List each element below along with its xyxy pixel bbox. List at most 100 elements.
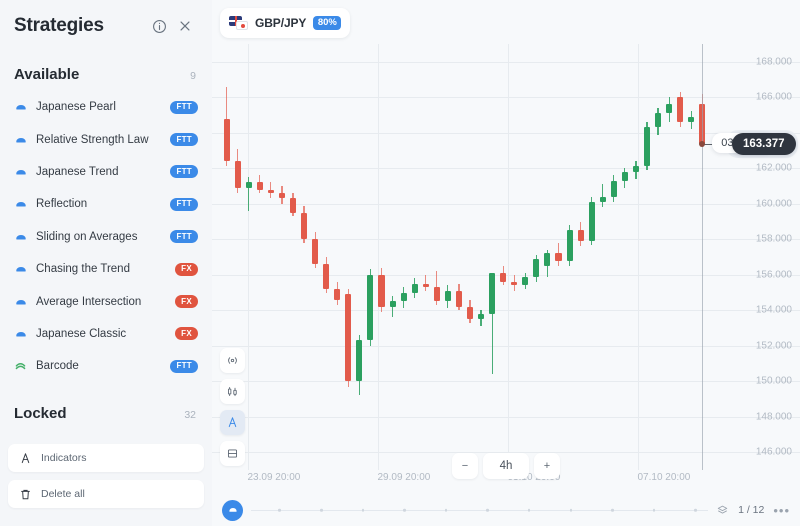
chart-panel: GBP/JPY 80% 03:36:19163.377 168.000166.0… — [212, 0, 800, 526]
sidebar-header: Strategies — [0, 0, 212, 52]
timeframe-minus-button[interactable]: − — [452, 453, 478, 479]
strategy-name: Barcode — [36, 360, 79, 373]
more-dots-icon[interactable]: ••• — [773, 503, 790, 518]
trash-icon — [19, 488, 32, 501]
candle-body — [334, 288, 341, 300]
strategy-list: Japanese Pearl FTT Relative Strength Law FT… — [0, 91, 212, 387]
wave-icon — [14, 327, 36, 341]
timeframe-value[interactable]: 4h — [483, 453, 529, 479]
strategy-row[interactable]: Reflection FTT — [0, 188, 212, 220]
strategy-name: Japanese Pearl — [36, 101, 116, 114]
candle-body — [223, 118, 230, 162]
chart-tools — [220, 348, 245, 466]
trading-app: Strategies Available 9 Japanese Pearl FTT… — [0, 0, 800, 526]
strategies-sidebar: Strategies Available 9 Japanese Pearl FTT… — [0, 0, 212, 526]
scrubber-tick — [403, 508, 406, 512]
candle-body — [610, 180, 617, 197]
page-title: Strategies — [14, 15, 104, 36]
candle-body — [345, 294, 352, 382]
candle-body — [533, 258, 540, 277]
strategy-badge: FTT — [170, 133, 198, 147]
pair-symbol: GBP/JPY — [255, 16, 307, 30]
chart-topbar: GBP/JPY 80% — [212, 0, 800, 44]
strategy-badge: FX — [175, 327, 198, 341]
payout-badge: 80% — [313, 15, 342, 31]
candle-body — [323, 264, 330, 289]
available-label: Available — [14, 66, 80, 83]
currency-pair-chip[interactable]: GBP/JPY 80% — [220, 8, 351, 38]
locked-label: Locked — [14, 404, 67, 422]
strategy-badge: FTT — [170, 165, 198, 179]
candle-body — [500, 272, 507, 282]
wave-icon — [14, 230, 36, 244]
strategy-row[interactable]: Average Intersection FX — [0, 285, 212, 317]
candle-body — [688, 116, 695, 123]
wave-round-icon[interactable] — [222, 499, 243, 521]
strategy-row[interactable]: Barcode FTT — [0, 350, 212, 382]
crosshair-vertical — [702, 44, 704, 470]
candle-body — [522, 276, 529, 286]
indicators-button[interactable]: Indicators — [8, 444, 204, 472]
wave-icon — [14, 262, 36, 276]
candle-body — [256, 182, 263, 190]
wave-icon — [14, 133, 36, 147]
strategy-badge: FTT — [170, 230, 198, 244]
layers-icon[interactable] — [716, 504, 729, 517]
wave-icon — [14, 100, 36, 114]
candle-body — [511, 281, 518, 286]
candle-type-icon[interactable] — [220, 379, 245, 404]
delete-all-button[interactable]: Delete all — [8, 480, 204, 508]
strategy-badge: FTT — [170, 197, 198, 211]
time-tick-label: 07.10 20:00 — [637, 472, 691, 483]
strategy-row[interactable]: Sliding on Averages FTT — [0, 221, 212, 253]
delete-all-label: Delete all — [41, 488, 85, 500]
timeframe-plus-button[interactable]: + — [534, 453, 560, 479]
candle-body — [599, 196, 606, 202]
locked-count: 32 — [184, 408, 196, 421]
candle-body — [378, 274, 385, 307]
candle-body — [411, 283, 418, 293]
candle-body — [400, 292, 407, 302]
candle-body — [566, 230, 573, 261]
candle-wick — [602, 184, 604, 208]
candle-body — [356, 340, 363, 382]
candle-body — [666, 104, 673, 114]
candlestick-series — [212, 44, 800, 470]
strategy-row[interactable]: Relative Strength Law FTT — [0, 123, 212, 155]
available-count: 9 — [190, 70, 196, 82]
scrubber-tick — [361, 508, 365, 512]
close-icon[interactable] — [172, 13, 198, 39]
time-tick-label: 29.09 20:00 — [377, 472, 431, 483]
candle-body — [422, 283, 429, 288]
scrubber-tick — [652, 508, 656, 512]
layout-icon[interactable] — [220, 441, 245, 466]
chart-plot-area[interactable]: 03:36:19163.377 — [212, 44, 800, 470]
scrubber-tick — [486, 508, 489, 512]
candle-body — [555, 253, 562, 261]
wave-icon — [14, 165, 36, 179]
crosshair-point — [699, 140, 706, 147]
strategy-badge: FTT — [170, 359, 198, 373]
candle-body — [455, 290, 462, 307]
strategy-row[interactable]: Japanese Pearl FTT — [0, 91, 212, 123]
strategy-row[interactable]: Japanese Trend FTT — [0, 156, 212, 188]
candle-body — [234, 161, 241, 188]
candle-body — [588, 201, 595, 242]
strategy-name: Japanese Classic — [36, 327, 127, 340]
candle-body — [621, 171, 628, 181]
sidebar-actions: Indicators Delete all — [0, 444, 212, 526]
strategy-row[interactable]: Japanese Classic FX — [0, 318, 212, 350]
indicators-icon[interactable] — [220, 410, 245, 435]
info-circle-icon[interactable] — [146, 13, 172, 39]
strategy-name: Average Intersection — [36, 295, 142, 308]
strategy-row[interactable]: Chasing the Trend FX — [0, 253, 212, 285]
chart-scrubber[interactable] — [251, 501, 709, 519]
candle-body — [245, 182, 252, 188]
candle-body — [301, 212, 308, 240]
candle-body — [643, 127, 651, 167]
signal-icon[interactable] — [220, 348, 245, 373]
scrubber-tick — [694, 508, 697, 512]
scrubber-tick — [444, 508, 448, 512]
candle-body — [478, 313, 485, 320]
